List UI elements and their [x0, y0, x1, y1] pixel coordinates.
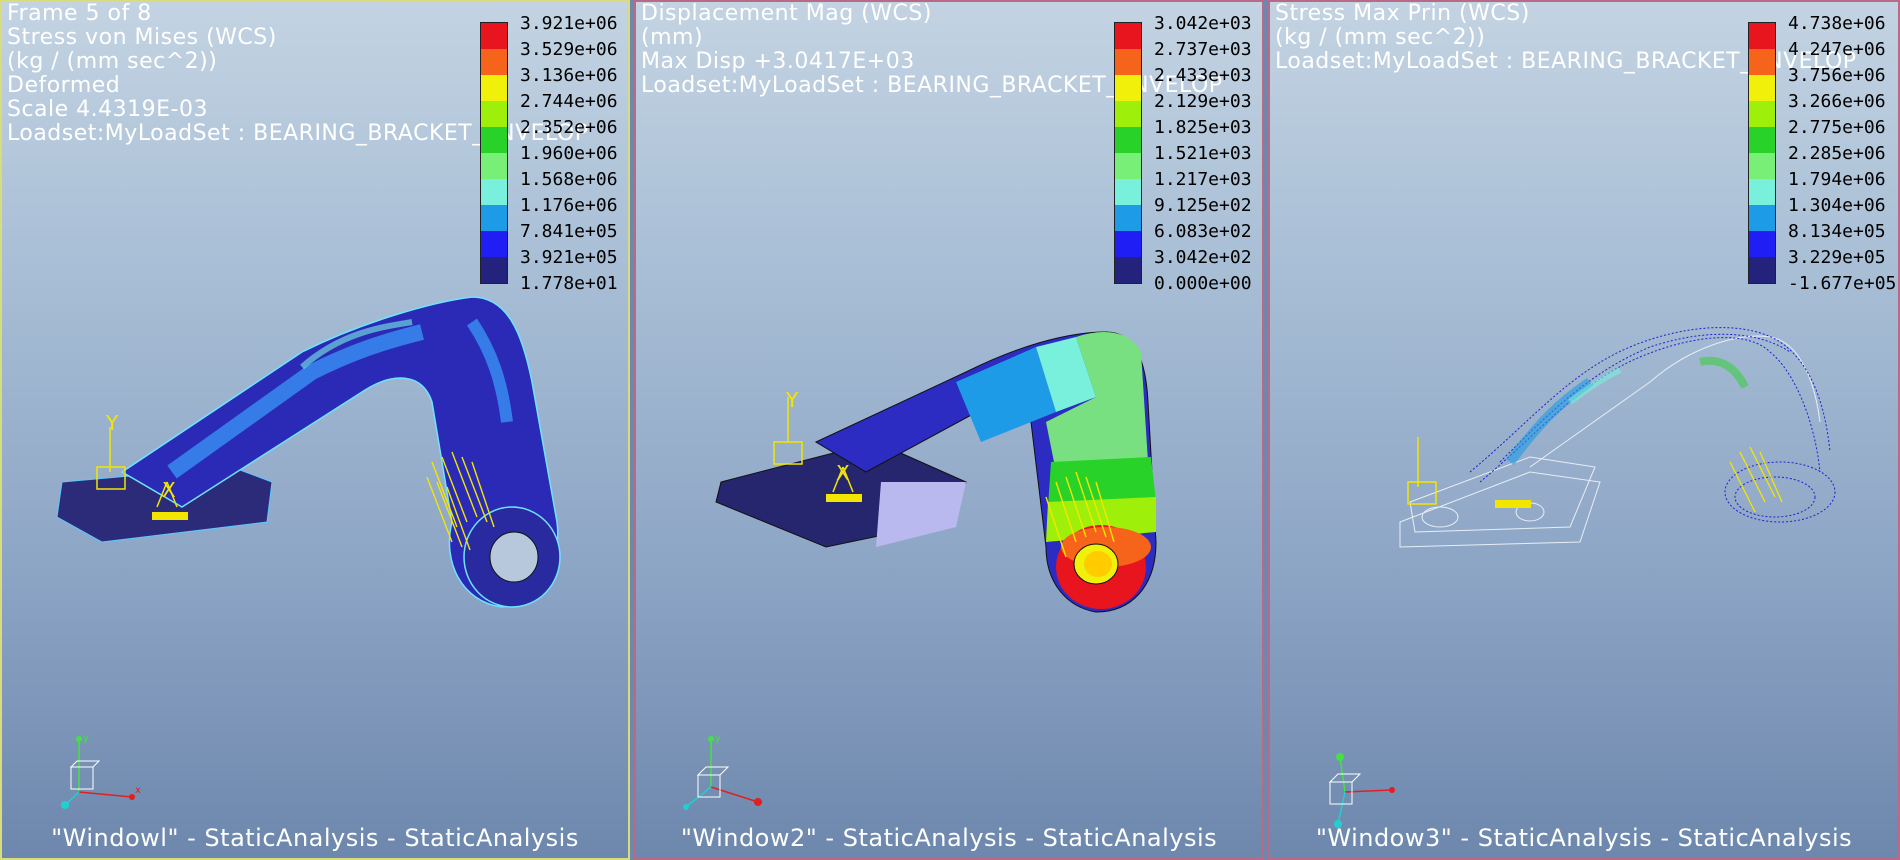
- legend-value: 3.042e+02: [1154, 247, 1252, 268]
- legend-value: 3.266e+06: [1788, 91, 1886, 112]
- legend-value: 3.756e+06: [1788, 65, 1886, 86]
- legend-swatch: [1749, 231, 1775, 257]
- triad-x-label: x: [135, 785, 141, 796]
- legend-value: 2.352e+06: [520, 117, 618, 138]
- legend-swatch: [481, 101, 507, 127]
- legend-labels: 3.921e+06 3.529e+06 3.136e+06 2.744e+06 2.35…: [520, 11, 618, 297]
- legend-value: 2.744e+06: [520, 91, 618, 112]
- legend-swatch: [1749, 49, 1775, 75]
- legend-value: 1.778e+01: [520, 273, 618, 294]
- legend-swatch: [1749, 23, 1775, 49]
- legend-value: 8.134e+05: [1788, 221, 1886, 242]
- window2-caption: "Window2" - StaticAnalysis - StaticAnaly…: [680, 824, 1218, 852]
- legend-swatch: [481, 49, 507, 75]
- window3-caption: "Window3" - StaticAnalysis - StaticAnaly…: [1315, 824, 1853, 852]
- viewport-window1[interactable]: Y X Frame 5 of 8 Stress von Mises (WCS) …: [0, 0, 630, 860]
- legend-swatch: [1115, 127, 1141, 153]
- legend-swatch: [1749, 101, 1775, 127]
- legend-swatch: [1115, 75, 1141, 101]
- legend-value: 1.825e+03: [1154, 117, 1252, 138]
- coordinate-triad-icon: [1328, 753, 1395, 828]
- legend-swatches: [1114, 22, 1142, 284]
- legend-value: 3.229e+05: [1788, 247, 1886, 268]
- legend-value: 3.529e+06: [520, 39, 618, 60]
- legend-swatch: [1749, 205, 1775, 231]
- legend-swatch: [1749, 179, 1775, 205]
- marker-x-label: X: [162, 478, 176, 502]
- legend-value: 1.960e+06: [520, 143, 618, 164]
- legend-swatch: [1749, 257, 1775, 283]
- legend-value: 2.775e+06: [1788, 117, 1886, 138]
- legend-swatch: [481, 127, 507, 153]
- legend-value: 3.042e+03: [1154, 13, 1252, 34]
- legend-swatch: [1749, 153, 1775, 179]
- triad-y-label: y: [83, 733, 89, 744]
- coordinate-triad-icon: y: [683, 733, 762, 810]
- window1-caption: "Windowl" - StaticAnalysis - StaticAnaly…: [51, 824, 579, 852]
- legend-value: 3.136e+06: [520, 65, 618, 86]
- legend-swatch: [1115, 205, 1141, 231]
- legend-value: 2.433e+03: [1154, 65, 1252, 86]
- legend-swatch: [1115, 23, 1141, 49]
- legend-value: 6.083e+02: [1154, 221, 1252, 242]
- legend-value: 1.217e+03: [1154, 169, 1252, 190]
- legend-value: 1.568e+06: [520, 169, 618, 190]
- legend-swatch: [1115, 231, 1141, 257]
- legend-swatch: [1115, 153, 1141, 179]
- legend-value: 1.304e+06: [1788, 195, 1886, 216]
- legend-swatches: [1748, 22, 1776, 284]
- legend-swatch: [1115, 179, 1141, 205]
- legend-value: 2.737e+03: [1154, 39, 1252, 60]
- legend-swatch: [1115, 49, 1141, 75]
- legend-value: 1.176e+06: [520, 195, 618, 216]
- legend-swatch: [481, 231, 507, 257]
- legend-swatch: [481, 23, 507, 49]
- legend-value: 4.247e+06: [1788, 39, 1886, 60]
- legend-value: 2.285e+06: [1788, 143, 1886, 164]
- legend-value: 1.521e+03: [1154, 143, 1252, 164]
- legend-swatch: [481, 257, 507, 283]
- legend-value: 7.841e+05: [520, 221, 618, 242]
- legend-labels: 3.042e+03 2.737e+03 2.433e+03 2.129e+03 1.82…: [1154, 11, 1252, 297]
- legend-swatch: [1115, 101, 1141, 127]
- legend-swatch: [1749, 127, 1775, 153]
- legend-value: 0.000e+00: [1154, 273, 1252, 294]
- legend-value: 3.921e+05: [520, 247, 618, 268]
- legend-swatch: [481, 153, 507, 179]
- legend-swatch: [481, 75, 507, 101]
- viewport-window3[interactable]: Stress Max Prin (WCS) (kg / (mm sec^2)) …: [1268, 0, 1900, 860]
- legend-value: 2.129e+03: [1154, 91, 1252, 112]
- legend-swatch: [481, 179, 507, 205]
- legend-value: 3.921e+06: [520, 13, 618, 34]
- analysis-viewports: Y X Frame 5 of 8 Stress von Mises (WCS) …: [0, 0, 1900, 860]
- legend-value: 4.738e+06: [1788, 13, 1886, 34]
- legend-swatch: [481, 205, 507, 231]
- legend-swatch: [1115, 257, 1141, 283]
- legend-swatch: [1749, 75, 1775, 101]
- legend-value: 1.794e+06: [1788, 169, 1886, 190]
- coordinate-triad-icon: y x: [61, 733, 141, 809]
- legend-labels: 4.738e+06 4.247e+06 3.756e+06 3.266e+06 2.77…: [1788, 11, 1896, 297]
- marker-y-label: Y: [105, 411, 119, 435]
- legend-value: 9.125e+02: [1154, 195, 1252, 216]
- triad-y-label: y: [715, 733, 721, 744]
- marker-y-label: Y: [785, 388, 799, 412]
- viewport-window2[interactable]: Y X Displacement Mag (WCS) (mm) Max Disp…: [634, 0, 1264, 860]
- marker-x-label: X: [836, 461, 850, 485]
- legend-value: -1.677e+05: [1788, 273, 1897, 294]
- legend-swatches: [480, 22, 508, 284]
